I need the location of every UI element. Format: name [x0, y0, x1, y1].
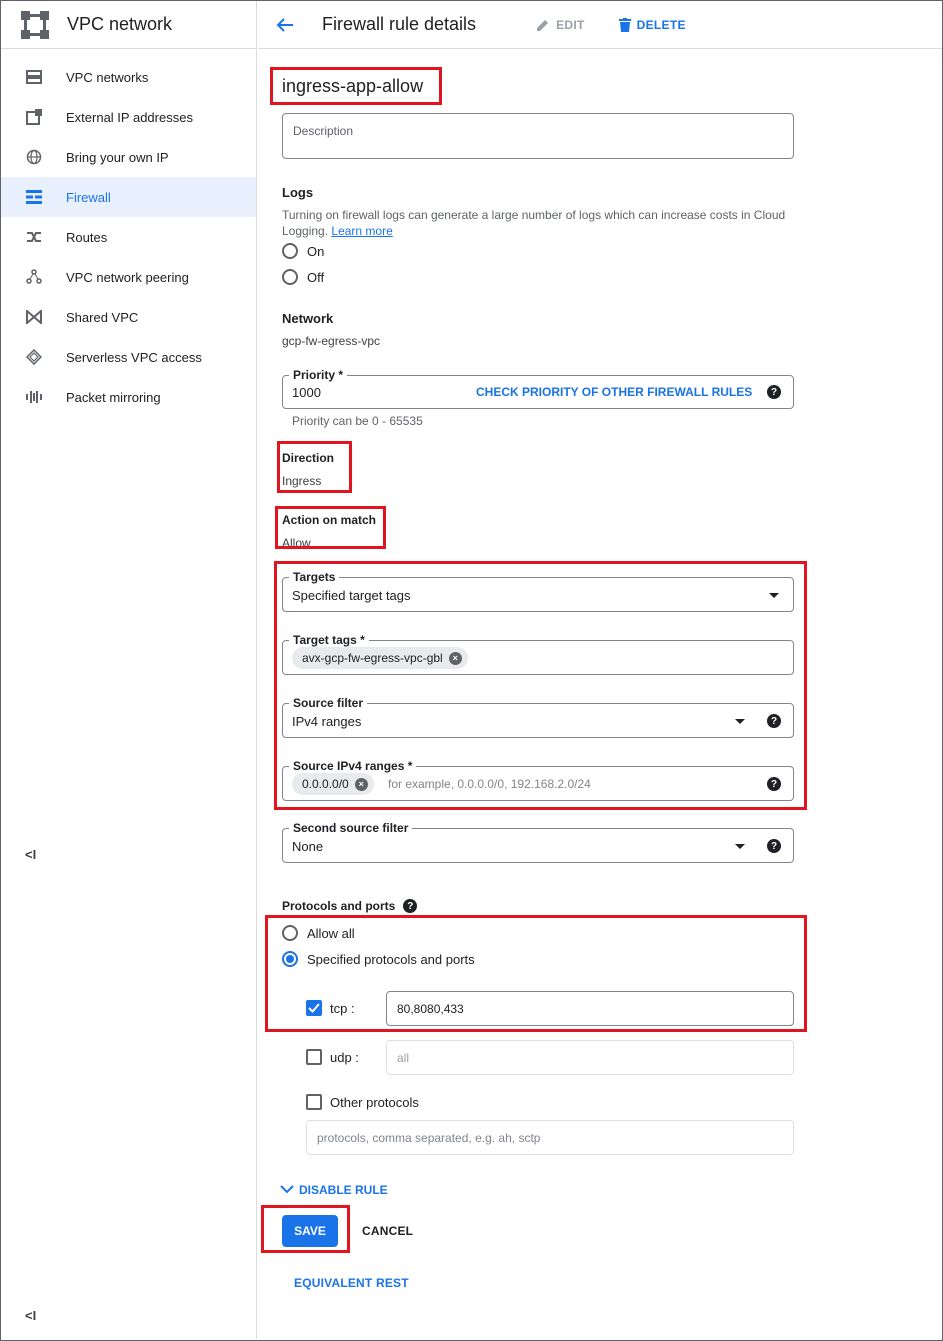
edit-label: EDIT — [556, 17, 585, 32]
other-protocols-checkbox[interactable] — [306, 1094, 322, 1110]
page-title: Firewall rule details — [322, 14, 477, 34]
logs-off-option[interactable]: Off — [282, 269, 324, 285]
sidebar-item-label: External IP addresses — [66, 109, 193, 125]
sidebar-item-firewall[interactable]: Firewall — [1, 177, 256, 217]
help-icon[interactable]: ? — [767, 839, 781, 853]
network-value: gcp-fw-egress-vpc — [282, 334, 381, 348]
logs-heading: Logs — [282, 185, 314, 200]
chevron-down-icon — [280, 1185, 294, 1194]
sidebar: VPC network VPC networks External IP add… — [1, 1, 257, 1339]
sidebar-item-label: Shared VPC — [66, 309, 139, 325]
udp-ports-input[interactable]: all — [386, 1040, 794, 1075]
vpc-networks-icon — [24, 67, 44, 87]
logs-on-label: On — [307, 243, 325, 259]
sidebar-header: VPC network — [1, 1, 256, 49]
sidebar-item-label: Packet mirroring — [66, 389, 161, 405]
sidebar-item-label: VPC networks — [66, 69, 149, 85]
other-protocols-placeholder: protocols, comma separated, e.g. ah, sct… — [317, 1130, 541, 1145]
disable-rule-label: DISABLE RULE — [299, 1183, 388, 1197]
cancel-button[interactable]: CANCEL — [362, 1224, 413, 1238]
sidebar-item-byoip[interactable]: Bring your own IP — [1, 137, 256, 177]
globe-icon — [24, 147, 44, 167]
collapse-sidebar-button[interactable]: <I — [25, 847, 36, 862]
priority-value: 1000 — [292, 385, 321, 400]
product-title: VPC network — [67, 14, 173, 34]
sidebar-item-vpc-networks[interactable]: VPC networks — [1, 57, 256, 97]
check-priority-link[interactable]: CHECK PRIORITY OF OTHER FIREWALL RULES — [476, 385, 752, 399]
udp-checkbox[interactable] — [306, 1049, 322, 1065]
chevron-down-icon — [735, 844, 745, 849]
sidebar-item-label: Bring your own IP — [66, 149, 169, 165]
logs-off-label: Off — [307, 269, 325, 285]
description-field[interactable]: Description — [282, 113, 794, 159]
back-arrow-icon[interactable] — [276, 15, 296, 35]
logs-on-radio[interactable] — [282, 243, 298, 259]
help-icon[interactable]: ? — [403, 899, 418, 913]
other-protocols-label: Other protocols — [330, 1095, 419, 1110]
disable-rule-toggle[interactable]: DISABLE RULE — [280, 1183, 388, 1197]
network-heading: Network — [282, 311, 334, 326]
sidebar-item-shared-vpc[interactable]: Shared VPC — [1, 297, 256, 337]
firewall-icon — [24, 187, 44, 207]
priority-field[interactable]: Priority * 1000 CHECK PRIORITY OF OTHER … — [282, 368, 794, 409]
protocols-heading-row: Protocols and ports ? — [282, 899, 418, 913]
protocols-heading: Protocols and ports — [282, 899, 396, 913]
routes-icon — [24, 227, 44, 247]
page-header: Firewall rule details EDIT DELETE — [258, 1, 942, 49]
delete-label: DELETE — [636, 17, 686, 32]
edit-button[interactable]: EDIT — [536, 18, 585, 32]
udp-ports-placeholder: all — [397, 1050, 410, 1065]
external-ip-icon — [24, 107, 44, 127]
logs-off-radio[interactable] — [282, 269, 298, 285]
udp-label: udp : — [330, 1050, 359, 1065]
sidebar-nav: VPC networks External IP addresses Bring… — [1, 57, 256, 417]
highlight-box — [277, 441, 352, 493]
other-protocols-input[interactable]: protocols, comma separated, e.g. ah, sct… — [306, 1120, 794, 1155]
sidebar-item-peering[interactable]: VPC network peering — [1, 257, 256, 297]
trash-icon — [618, 17, 631, 32]
help-icon[interactable]: ? — [767, 385, 781, 399]
second-source-filter-value: None — [292, 839, 324, 854]
sidebar-item-serverless[interactable]: Serverless VPC access — [1, 337, 256, 377]
second-source-filter-label: Second source filter — [289, 821, 413, 835]
serverless-icon — [24, 347, 44, 367]
sidebar-item-routes[interactable]: Routes — [1, 217, 256, 257]
sidebar-item-label: Routes — [66, 229, 108, 245]
sidebar-item-external-ip[interactable]: External IP addresses — [1, 97, 256, 137]
sidebar-item-label: Firewall — [66, 189, 111, 205]
sidebar-item-packet-mirroring[interactable]: Packet mirroring — [1, 377, 256, 417]
description-placeholder: Description — [293, 124, 354, 138]
second-source-filter-select[interactable]: Second source filter None ? — [282, 821, 794, 863]
highlight-box — [265, 915, 807, 1032]
logs-on-option[interactable]: On — [282, 243, 324, 259]
sidebar-item-label: VPC network peering — [66, 269, 189, 285]
logs-help-text: Turning on firewall logs can generate a … — [282, 207, 792, 239]
collapse-sidebar-button-bottom[interactable]: <I — [25, 1308, 36, 1323]
packet-mirroring-icon — [24, 387, 44, 407]
sidebar-item-label: Serverless VPC access — [66, 349, 202, 365]
peering-icon — [24, 267, 44, 287]
learn-more-link[interactable]: Learn more — [331, 224, 392, 238]
highlight-box — [274, 561, 807, 810]
pencil-icon — [537, 19, 549, 31]
highlight-box — [261, 1205, 350, 1253]
priority-label: Priority * — [289, 368, 348, 382]
highlight-box — [275, 506, 386, 549]
vpc-network-logo-icon — [20, 10, 50, 40]
delete-button[interactable]: DELETE — [618, 17, 686, 32]
shared-vpc-icon — [24, 307, 44, 327]
equivalent-rest-link[interactable]: EQUIVALENT REST — [294, 1276, 409, 1290]
highlight-box — [270, 67, 442, 105]
priority-hint: Priority can be 0 - 65535 — [292, 414, 423, 428]
